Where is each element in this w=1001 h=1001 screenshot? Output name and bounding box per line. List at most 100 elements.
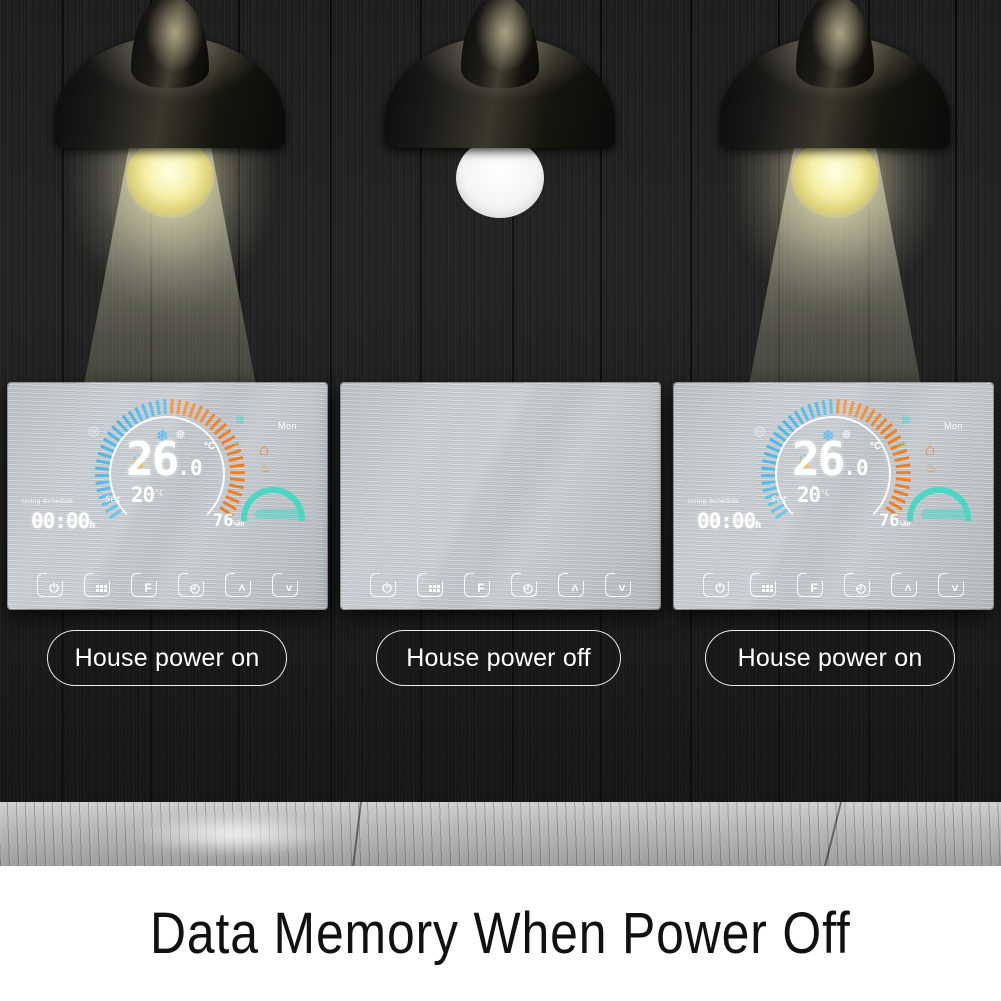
- button-glyph: ˅: [951, 581, 959, 595]
- caption-text: Data Memory When Power Off: [150, 901, 851, 966]
- day-indicator: Mon: [278, 421, 298, 431]
- clock-unit: h: [755, 520, 761, 531]
- dial-tick: [848, 400, 855, 416]
- power-button[interactable]: ⏻: [37, 573, 63, 597]
- clock-display: 00:00h: [697, 509, 761, 533]
- set-temp-unit: °C: [820, 488, 830, 498]
- button-glyph: F: [144, 581, 152, 595]
- thermostat-screen: ⏻ F ◴ ˄ ˅: [341, 383, 660, 609]
- touch-button-row: ⏻ F ◴ ˄ ˅: [341, 573, 660, 597]
- dial-tick: [842, 399, 848, 415]
- button-glyph: ˄: [904, 581, 912, 595]
- lamp-bulb: [456, 138, 544, 218]
- current-temp-value: 26: [792, 432, 845, 486]
- timer-button[interactable]: ◴: [511, 573, 537, 597]
- dial-tick: [170, 398, 174, 415]
- house-icon: ⌂: [259, 440, 270, 459]
- function-button[interactable]: F: [464, 573, 490, 597]
- thermostat-center[interactable]: ⏻ F ◴ ˄ ˅: [341, 383, 660, 609]
- up-button[interactable]: ˄: [225, 573, 251, 597]
- wall-plank-seam: [330, 0, 332, 802]
- lamp-left: [20, 0, 320, 566]
- lamp-bulb: [791, 138, 879, 218]
- button-glyph: ⏻: [49, 581, 59, 595]
- function-button[interactable]: F: [797, 573, 823, 597]
- dial-tick: [895, 477, 911, 482]
- button-glyph: ˅: [285, 581, 293, 595]
- dial-tick: [761, 466, 777, 472]
- dial-tick: [228, 483, 245, 490]
- button-glyph: ◴: [189, 581, 201, 595]
- set-temp-unit: °C: [154, 488, 164, 498]
- humidity-display: 76%RH: [213, 511, 244, 531]
- day-indicator: Mon: [944, 421, 964, 431]
- dial-tick: [814, 401, 821, 417]
- dial-tick: [829, 399, 833, 415]
- power-button[interactable]: ⏻: [703, 573, 729, 597]
- clock-value: 00:00: [697, 509, 756, 533]
- dial-tick: [807, 403, 816, 419]
- button-glyph: ◴: [855, 581, 867, 595]
- down-button[interactable]: ˅: [938, 573, 964, 597]
- dial-tick: [229, 463, 245, 469]
- humidity-cloud-icon: [241, 487, 305, 521]
- menu-button[interactable]: [750, 573, 776, 597]
- flame-icon: ♨: [926, 461, 937, 475]
- dial-tick: [894, 483, 911, 490]
- wifi-icon: ◎: [754, 423, 766, 438]
- current-temp-unit: °C: [204, 441, 216, 452]
- current-temp-value: 26: [126, 432, 179, 486]
- menu-button[interactable]: [84, 573, 110, 597]
- dial-tick: [836, 398, 840, 415]
- dial-tick: [894, 456, 910, 463]
- current-temp-decimal: .0: [177, 456, 203, 480]
- function-button[interactable]: F: [131, 573, 157, 597]
- thermostat-right[interactable]: ◎ ❄ ❅ 🔒 ❊ ⦿ ⌂ ♨ Mon 26.0 °C Set 20°C Using Schedule 0…: [674, 383, 993, 609]
- dial-tick: [176, 399, 182, 415]
- button-glyph: F: [477, 581, 485, 595]
- set-temp-value: 20: [796, 483, 821, 507]
- humidity-cloud-icon: [907, 487, 971, 521]
- set-label: Set: [771, 495, 788, 505]
- flame-icon: ♨: [260, 461, 271, 475]
- eco-leaf-icon: ⦿: [896, 438, 907, 450]
- current-temp-unit: °C: [870, 441, 882, 452]
- schedule-mode-text: Using Schedule: [22, 498, 74, 505]
- eco-leaf-icon: ⦿: [230, 438, 241, 450]
- power-button[interactable]: ⏻: [370, 573, 396, 597]
- set-temp-value: 20: [130, 483, 155, 507]
- power-state-label: House power on: [705, 630, 955, 686]
- dial-tick: [895, 463, 911, 469]
- dial-tick: [155, 399, 161, 416]
- lamp-shade: [55, 0, 285, 148]
- power-state-label-text: House power off: [406, 643, 591, 672]
- menu-button[interactable]: [417, 573, 443, 597]
- timer-button[interactable]: ◴: [844, 573, 870, 597]
- schedule-mode-text: Using Schedule: [688, 498, 740, 505]
- down-button[interactable]: ˅: [272, 573, 298, 597]
- set-temperature: Set 20°C: [105, 483, 164, 507]
- humidity-display: 76%RH: [879, 511, 910, 531]
- dial-tick: [229, 477, 245, 482]
- power-state-label: House power on: [47, 630, 287, 686]
- thermostat-left[interactable]: ◎ ❄ ❅ 🔒 ❊ ⦿ ⌂ ♨ Mon 26.0 °C Set 20°C Using Schedule 0…: [8, 383, 327, 609]
- current-temp-decimal: .0: [843, 456, 869, 480]
- humidity-unit: %RH: [233, 521, 245, 528]
- thermostat-screen: ◎ ❄ ❅ 🔒 ❊ ⦿ ⌂ ♨ Mon 26.0 °C Set 20°C Using Schedule 0…: [8, 383, 327, 609]
- product-infographic: ◎ ❄ ❅ 🔒 ❊ ⦿ ⌂ ♨ Mon 26.0 °C Set 20°C Using Schedule 0…: [0, 0, 1001, 1001]
- clock-value: 00:00: [31, 509, 90, 533]
- up-button[interactable]: ˄: [558, 573, 584, 597]
- lamp-shade-tip: [131, 0, 209, 88]
- clock-display: 00:00h: [31, 509, 95, 533]
- down-button[interactable]: ˅: [605, 573, 631, 597]
- up-button[interactable]: ˄: [891, 573, 917, 597]
- house-icon: ⌂: [925, 440, 936, 459]
- caption-bar: Data Memory When Power Off: [0, 866, 1001, 1001]
- button-glyph: ˄: [238, 581, 246, 595]
- current-temperature: 26.0 °C: [792, 436, 881, 482]
- grid-glyph: [95, 584, 107, 592]
- timer-button[interactable]: ◴: [178, 573, 204, 597]
- power-state-label: House power off: [376, 630, 621, 686]
- power-state-label-text: House power on: [737, 643, 923, 672]
- power-state-label-text: House power on: [74, 643, 260, 672]
